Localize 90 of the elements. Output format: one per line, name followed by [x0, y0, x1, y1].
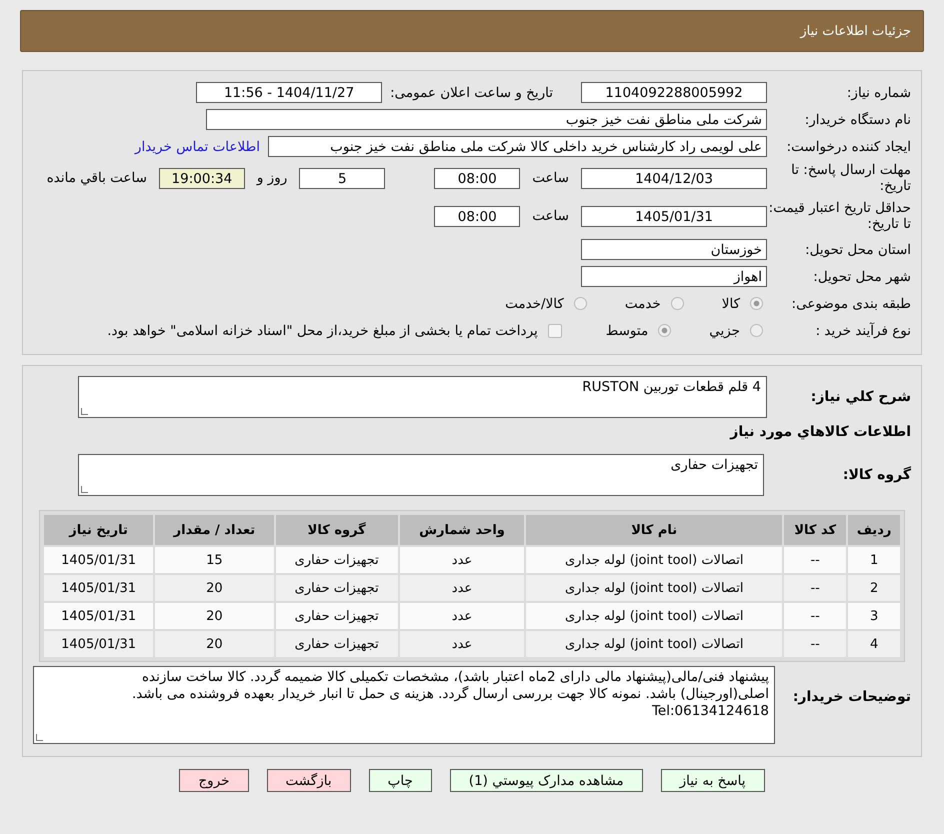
column-header: گروه کالا: [276, 515, 398, 545]
announce-date-field: 1404/11/27 - 11:56: [196, 82, 382, 103]
need-number-field: 1104092288005992: [581, 82, 767, 103]
table-cell: 1405/01/31: [44, 631, 154, 657]
deadline-time-field: 08:00: [434, 168, 520, 188]
option-label: پرداخت تمام یا بخشی از مبلغ خرید،از محل "اسناد خزانه اسلامی" خواهد بود.: [107, 322, 538, 338]
column-header: کد کالا: [784, 515, 846, 545]
time-label: ساعت: [532, 170, 569, 186]
table-cell: تجهیزات حفاری: [276, 575, 398, 601]
table-cell: تجهیزات حفاری: [276, 603, 398, 629]
table-cell: 1405/01/31: [44, 547, 154, 573]
option-label: جزيي: [709, 322, 740, 338]
table-cell: اتصالات (joint tool) لوله جداری: [526, 631, 782, 657]
field-label: حداقل تاریخ اعتبار قیمت: تا تاریخ:: [768, 200, 911, 232]
province-field: خوزستان: [581, 239, 767, 260]
field-label: توضیحات خریدار:: [792, 688, 911, 706]
table-cell: تجهیزات حفاری: [276, 631, 398, 657]
resize-grip-icon: [81, 408, 88, 415]
option-label: کالا/خدمت: [505, 296, 564, 312]
validity-time-field: 08:00: [434, 206, 520, 226]
table-cell: --: [784, 631, 846, 657]
table-cell: 4: [848, 631, 900, 657]
table-cell: اتصالات (joint tool) لوله جداری: [526, 603, 782, 629]
action-button[interactable]: بازگشت: [266, 769, 351, 792]
table-cell: --: [784, 575, 846, 601]
option-label: کالا: [722, 296, 740, 312]
column-header: ردیف: [848, 515, 900, 545]
action-button[interactable]: چاپ: [368, 769, 432, 792]
radio-button[interactable]: [670, 297, 684, 310]
table-cell: --: [784, 603, 846, 629]
field-label: مهلت ارسال پاسخ: تا تاریخ:: [790, 162, 911, 194]
table-cell: 15: [155, 547, 274, 573]
validity-date-field: 1405/01/31: [581, 206, 767, 226]
table-cell: 20: [155, 575, 274, 601]
resize-grip-icon: [81, 486, 88, 493]
action-button[interactable]: خروج: [179, 769, 248, 792]
radio-button[interactable]: [658, 324, 672, 337]
table-cell: عدد: [400, 547, 524, 573]
field-label: نوع فرآیند خرید :: [814, 322, 911, 338]
column-header: تعداد / مقدار: [155, 515, 274, 545]
column-header: تاریخ نیاز: [44, 515, 154, 545]
time-label: ساعت: [532, 208, 569, 224]
table-cell: --: [784, 547, 846, 573]
page-title: جزئیات اطلاعات نیاز: [800, 24, 911, 38]
field-label: شرح كلي نياز:: [810, 389, 911, 405]
action-button[interactable]: مشاهده مدارک پیوستي (1): [450, 769, 643, 792]
column-header: نام کالا: [526, 515, 782, 545]
days-label: روز و: [256, 170, 288, 186]
summary-textarea: 4 قلم قطعات توربین RUSTON: [78, 376, 767, 418]
field-label: گروه کالا:: [842, 467, 911, 483]
goods-group-textarea: تجهیزات حفاری: [78, 454, 764, 496]
table-cell: 2: [848, 575, 900, 601]
table-cell: 1405/01/31: [44, 603, 154, 629]
remaining-label: ساعت باقي مانده: [46, 170, 147, 186]
field-label: ایجاد کننده درخواست:: [786, 138, 911, 154]
deadline-date-field: 1404/12/03: [581, 168, 767, 188]
table-cell: 1: [848, 547, 900, 573]
table-cell: 20: [155, 603, 274, 629]
city-field: اهواز: [581, 266, 767, 287]
table-cell: عدد: [400, 631, 524, 657]
notes-textarea: پیشنهاد فنی/مالی(پیشنهاد مالی دارای 2ماه اعتبار باشد)، مشخصات تکمیلی کالا ضمیمه گردد. کالا ساخت سازنده اصلی(اورجینال) باشد. نمونه کالا جهت بررسی ارسال گردد. هزینه ی حمل تا انبار خریدار بعهده فروشنده می باشد. Tel:06134124618: [33, 666, 775, 744]
action-button[interactable]: پاسخ به نیاز: [660, 769, 765, 792]
table-cell: اتصالات (joint tool) لوله جداری: [526, 547, 782, 573]
radio-button[interactable]: [750, 297, 763, 310]
table-cell: تجهیزات حفاری: [276, 547, 398, 573]
checkbox[interactable]: [548, 324, 562, 338]
table-cell: عدد: [400, 575, 524, 601]
radio-button[interactable]: [574, 297, 587, 310]
field-label: استان محل تحویل:: [804, 242, 911, 258]
section-heading: اطلاعات كالاهاي مورد نياز: [728, 424, 911, 440]
buyer-org-field: شرکت ملی مناطق نفت خیز جنوب: [206, 109, 767, 130]
remaining-time-field: 19:00:34: [158, 168, 245, 188]
field-label: طبقه بندی موضوعی:: [790, 296, 911, 312]
table-cell: عدد: [400, 603, 524, 629]
resize-grip-icon: [36, 734, 43, 741]
days-field: 5: [299, 168, 386, 188]
field-label: شهر محل تحویل:: [812, 268, 911, 284]
table-cell: 3: [848, 603, 900, 629]
field-label: نام دستگاه خریدار:: [804, 112, 911, 128]
option-label: متوسط: [606, 322, 648, 338]
radio-button[interactable]: [750, 324, 763, 337]
requester-field: علی لویمی راد کارشناس خرید داخلی کالا شرکت ملی مناطق نفت خیز جنوب: [268, 136, 767, 157]
field-label: تاریخ و ساعت اعلان عمومی:: [390, 84, 553, 100]
table-cell: 1405/01/31: [44, 575, 154, 601]
option-label: خدمت: [624, 296, 661, 312]
column-header: واحد شمارش: [400, 515, 524, 545]
field-label: شماره نیاز:: [846, 84, 911, 100]
contact-link[interactable]: اطلاعات تماس خریدار: [134, 138, 260, 154]
table-cell: اتصالات (joint tool) لوله جداری: [526, 575, 782, 601]
table-cell: 20: [155, 631, 274, 657]
